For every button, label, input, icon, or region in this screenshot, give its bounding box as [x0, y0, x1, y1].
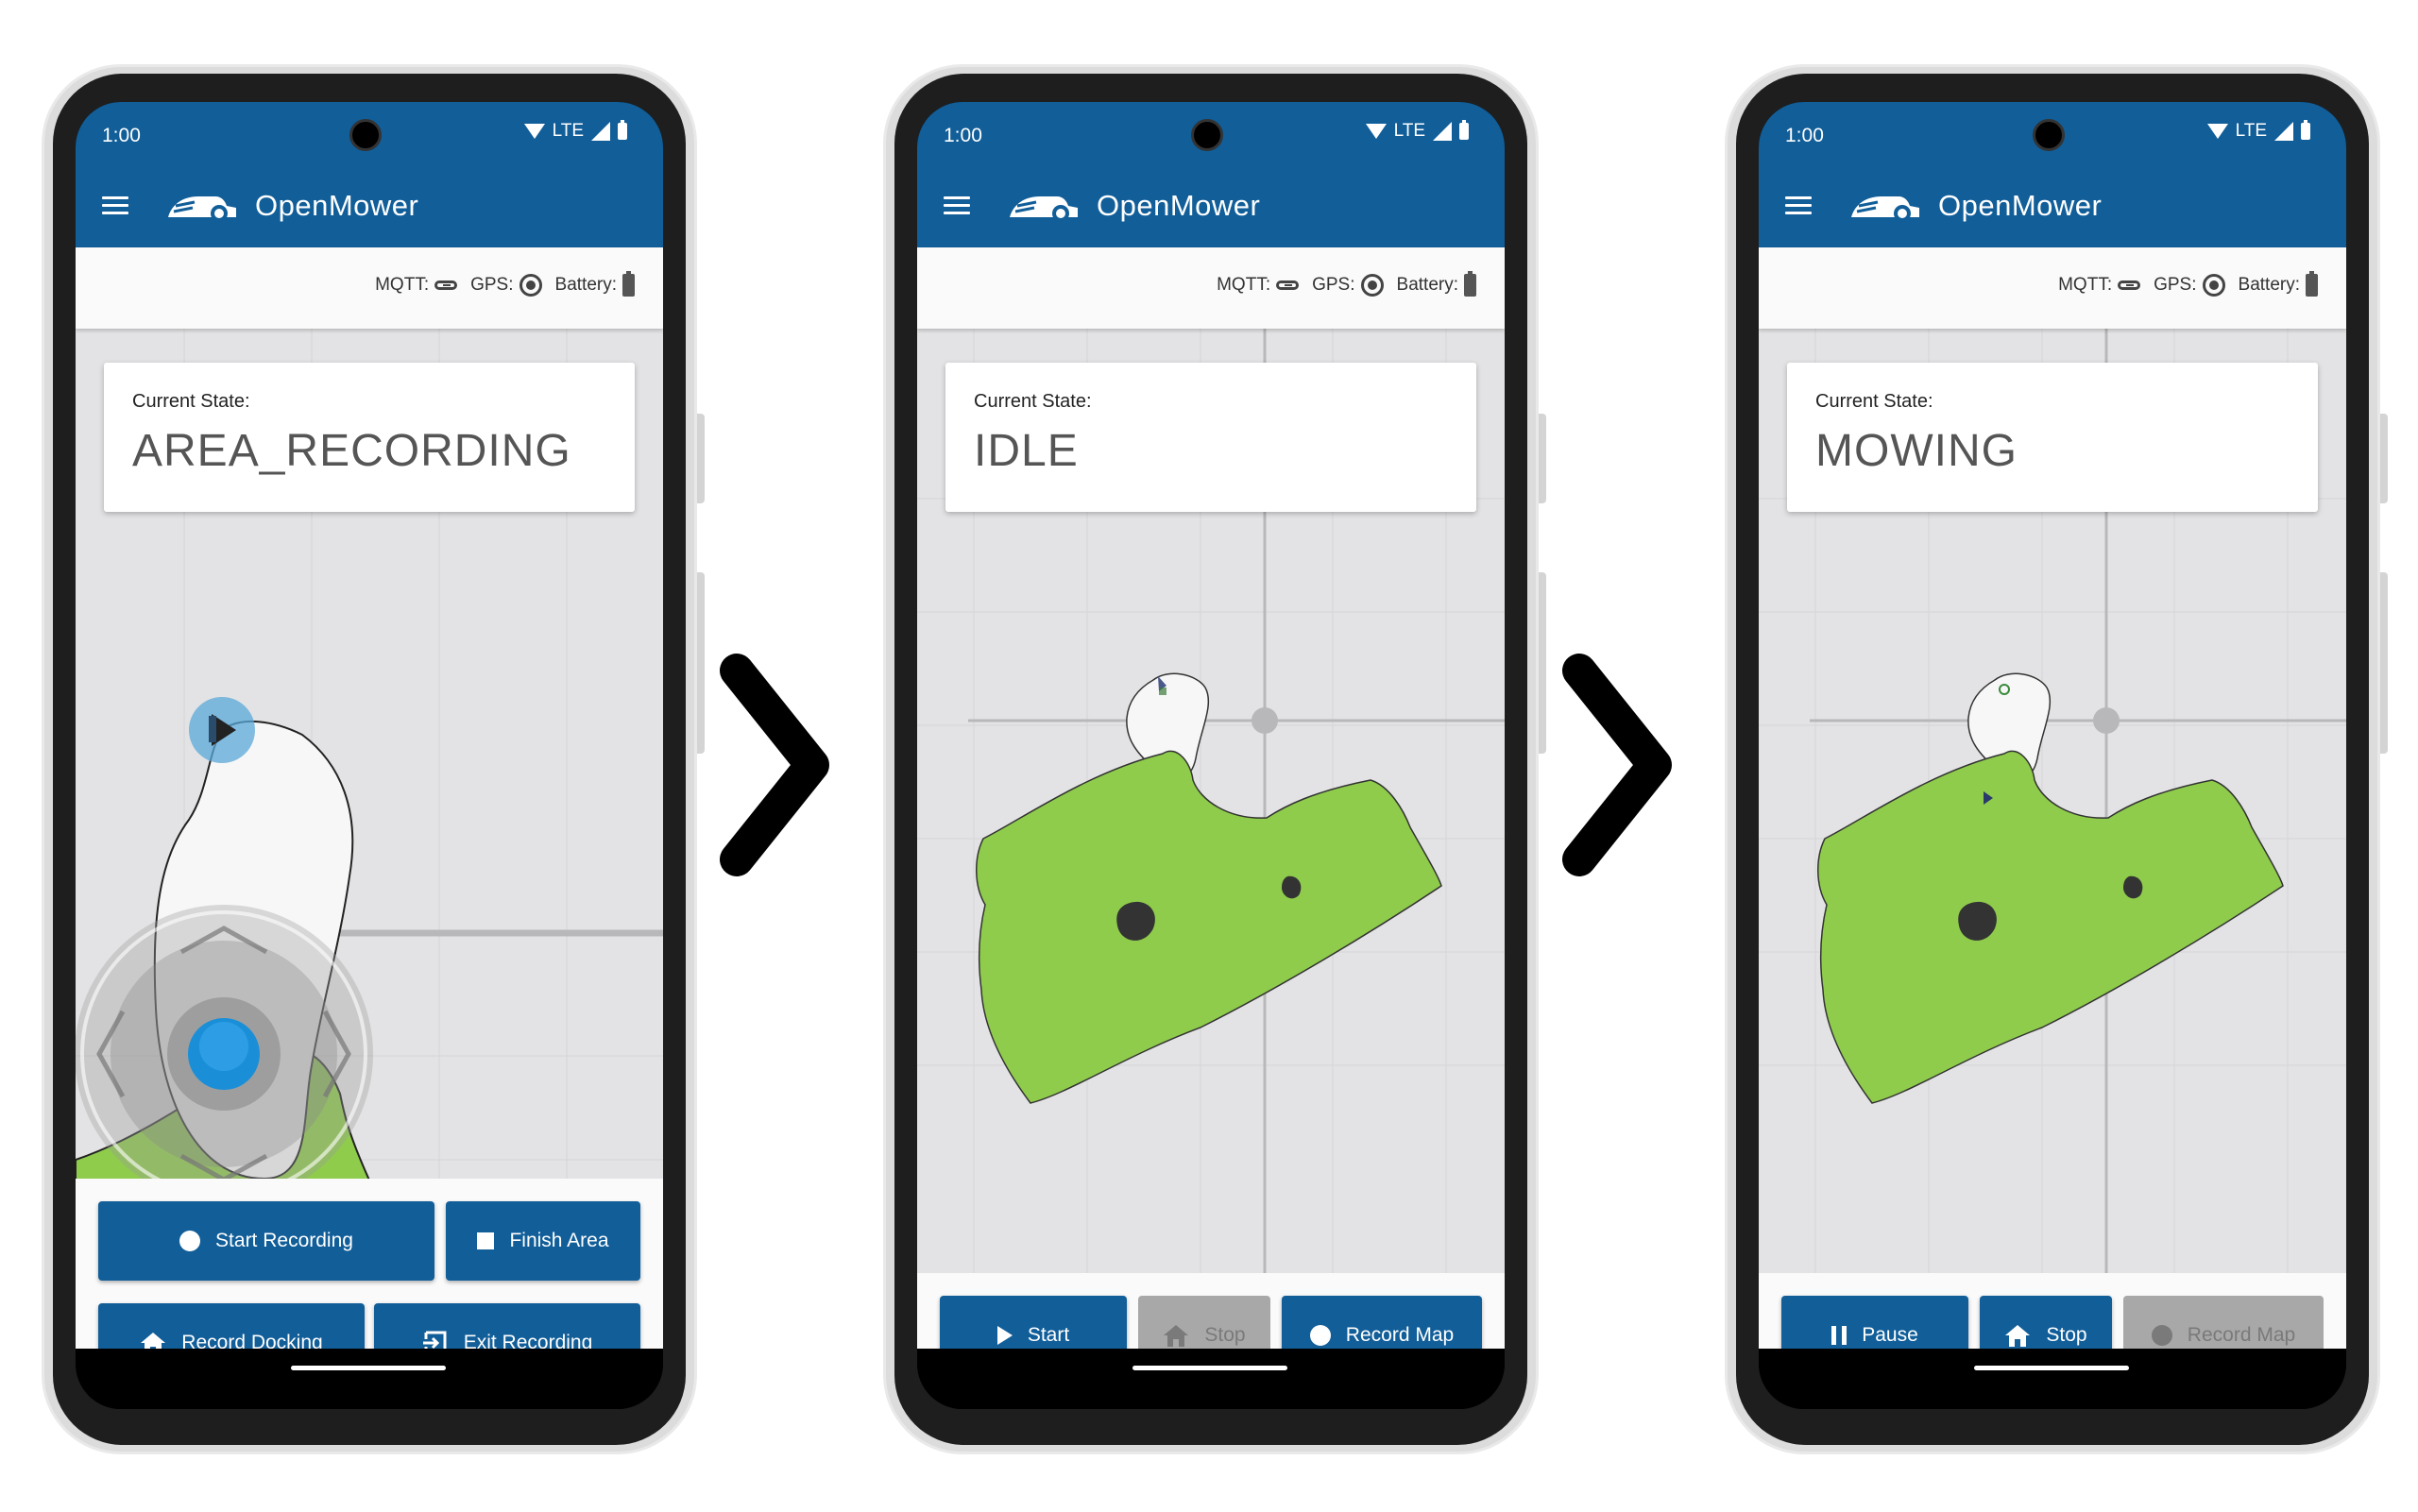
- wifi-icon: [1365, 124, 1387, 139]
- power-button: [697, 572, 705, 754]
- circle-icon: [1309, 1325, 1331, 1346]
- phone-idle: 1:00 LTE OpenMower MQTT: GPS: Battery: C…: [883, 64, 1546, 1454]
- mqtt-label: MQTT:: [375, 275, 430, 295]
- home-icon: [2004, 1323, 2031, 1348]
- battery-label: Battery:: [2238, 275, 2300, 295]
- battery-icon: [622, 271, 635, 297]
- status-time: 1:00: [102, 125, 141, 146]
- signal-icon: [1433, 122, 1452, 141]
- action-bar: Start Recording Finish Area Record Docki…: [76, 1179, 663, 1383]
- start-recording-button[interactable]: Start Recording: [98, 1201, 434, 1281]
- signal-icon: [2274, 122, 2293, 141]
- gps-fixed-icon: [1360, 274, 1384, 297]
- wifi-icon: [523, 124, 545, 139]
- screen: 1:00 LTE OpenMower MQTT: GPS: Battery: C…: [917, 102, 1505, 1409]
- gps-fixed-icon: [519, 274, 542, 297]
- screen: 1:00 LTE OpenMower MQTT: GPS: Battery: C…: [1759, 102, 2346, 1409]
- link-icon: [1276, 280, 1300, 290]
- chevron-right-icon: [1562, 654, 1672, 876]
- app-title: OpenMower: [1938, 189, 2103, 222]
- mqtt-label: MQTT:: [1217, 275, 1271, 295]
- network-label: LTE: [1393, 121, 1425, 141]
- volume-button: [2380, 414, 2388, 503]
- battery-icon: [2306, 271, 2318, 297]
- camera-cutout: [2033, 119, 2065, 151]
- openmower-logo-icon: [168, 196, 236, 222]
- action-bar: Pause Stop Record Map: [1759, 1273, 2346, 1375]
- openmower-logo-icon: [1851, 196, 1919, 222]
- link-icon: [434, 280, 458, 290]
- home-indicator[interactable]: [1132, 1366, 1287, 1370]
- status-battery-icon: [618, 120, 627, 140]
- system-nav-bar: [917, 1349, 1505, 1409]
- circle-icon: [2151, 1325, 2172, 1346]
- status-bar: 1:00 LTE: [76, 102, 663, 166]
- gps-label: GPS:: [2154, 275, 2197, 295]
- status-battery-icon: [2301, 120, 2310, 140]
- play-icon: [996, 1326, 1013, 1345]
- gps-fixed-icon: [2202, 274, 2225, 297]
- power-button: [2380, 572, 2388, 754]
- app-bar: OpenMower: [1759, 166, 2346, 247]
- gps-label: GPS:: [470, 275, 514, 295]
- chevron-right-icon: [720, 654, 829, 876]
- home-icon: [1163, 1323, 1189, 1348]
- phone-mowing: 1:00 LTE OpenMower MQTT: GPS: Battery: C…: [1725, 64, 2388, 1454]
- network-label: LTE: [2235, 121, 2267, 141]
- status-time: 1:00: [1785, 125, 1824, 146]
- link-icon: [2118, 280, 2141, 290]
- status-time: 1:00: [944, 125, 982, 146]
- connection-status-bar: MQTT: GPS: Battery:: [917, 247, 1505, 329]
- app-bar: OpenMower: [76, 166, 663, 247]
- power-button: [1539, 572, 1546, 754]
- circle-icon: [179, 1231, 201, 1251]
- status-battery-icon: [1459, 120, 1469, 140]
- home-indicator[interactable]: [291, 1366, 446, 1370]
- menu-icon[interactable]: [102, 196, 128, 215]
- app-title: OpenMower: [1097, 189, 1261, 222]
- app-title: OpenMower: [255, 189, 419, 222]
- status-bar: 1:00 LTE: [917, 102, 1505, 166]
- camera-cutout: [1191, 119, 1223, 151]
- current-state-label: Current State:: [132, 391, 250, 412]
- signal-icon: [591, 122, 610, 141]
- pause-icon: [1831, 1326, 1848, 1345]
- current-state-card: Current State: MOWING: [1787, 363, 2318, 512]
- current-state-value: MOWING: [1815, 426, 2018, 476]
- wifi-icon: [2206, 124, 2228, 139]
- network-label: LTE: [552, 121, 584, 141]
- phone-area-recording: 1:00 LTE OpenMower MQTT: GPS: Battery: C…: [42, 64, 705, 1454]
- menu-icon[interactable]: [944, 196, 970, 215]
- action-bar: Start Stop Record Map: [917, 1273, 1505, 1375]
- current-state-card: Current State: AREA_RECORDING: [104, 363, 635, 512]
- openmower-logo-icon: [1010, 196, 1078, 222]
- stop-square-icon: [477, 1232, 495, 1249]
- connection-status-bar: MQTT: GPS: Battery:: [76, 247, 663, 329]
- home-indicator[interactable]: [1974, 1366, 2129, 1370]
- gps-label: GPS:: [1312, 275, 1355, 295]
- menu-icon[interactable]: [1785, 196, 1812, 215]
- battery-label: Battery:: [554, 275, 617, 295]
- battery-icon: [1464, 271, 1476, 297]
- screen: 1:00 LTE OpenMower MQTT: GPS: Battery: C…: [76, 102, 663, 1409]
- volume-button: [1539, 414, 1546, 503]
- volume-button: [697, 414, 705, 503]
- system-nav-bar: [1759, 1349, 2346, 1409]
- battery-label: Battery:: [1396, 275, 1458, 295]
- current-state-label: Current State:: [1815, 391, 1933, 412]
- mqtt-label: MQTT:: [2058, 275, 2113, 295]
- current-state-value: IDLE: [974, 426, 1079, 476]
- current-state-card: Current State: IDLE: [945, 363, 1476, 512]
- system-nav-bar: [76, 1349, 663, 1409]
- connection-status-bar: MQTT: GPS: Battery:: [1759, 247, 2346, 329]
- current-state-value: AREA_RECORDING: [132, 426, 571, 476]
- finish-area-button[interactable]: Finish Area: [446, 1201, 640, 1281]
- camera-cutout: [349, 119, 382, 151]
- app-bar: OpenMower: [917, 166, 1505, 247]
- current-state-label: Current State:: [974, 391, 1092, 412]
- status-bar: 1:00 LTE: [1759, 102, 2346, 166]
